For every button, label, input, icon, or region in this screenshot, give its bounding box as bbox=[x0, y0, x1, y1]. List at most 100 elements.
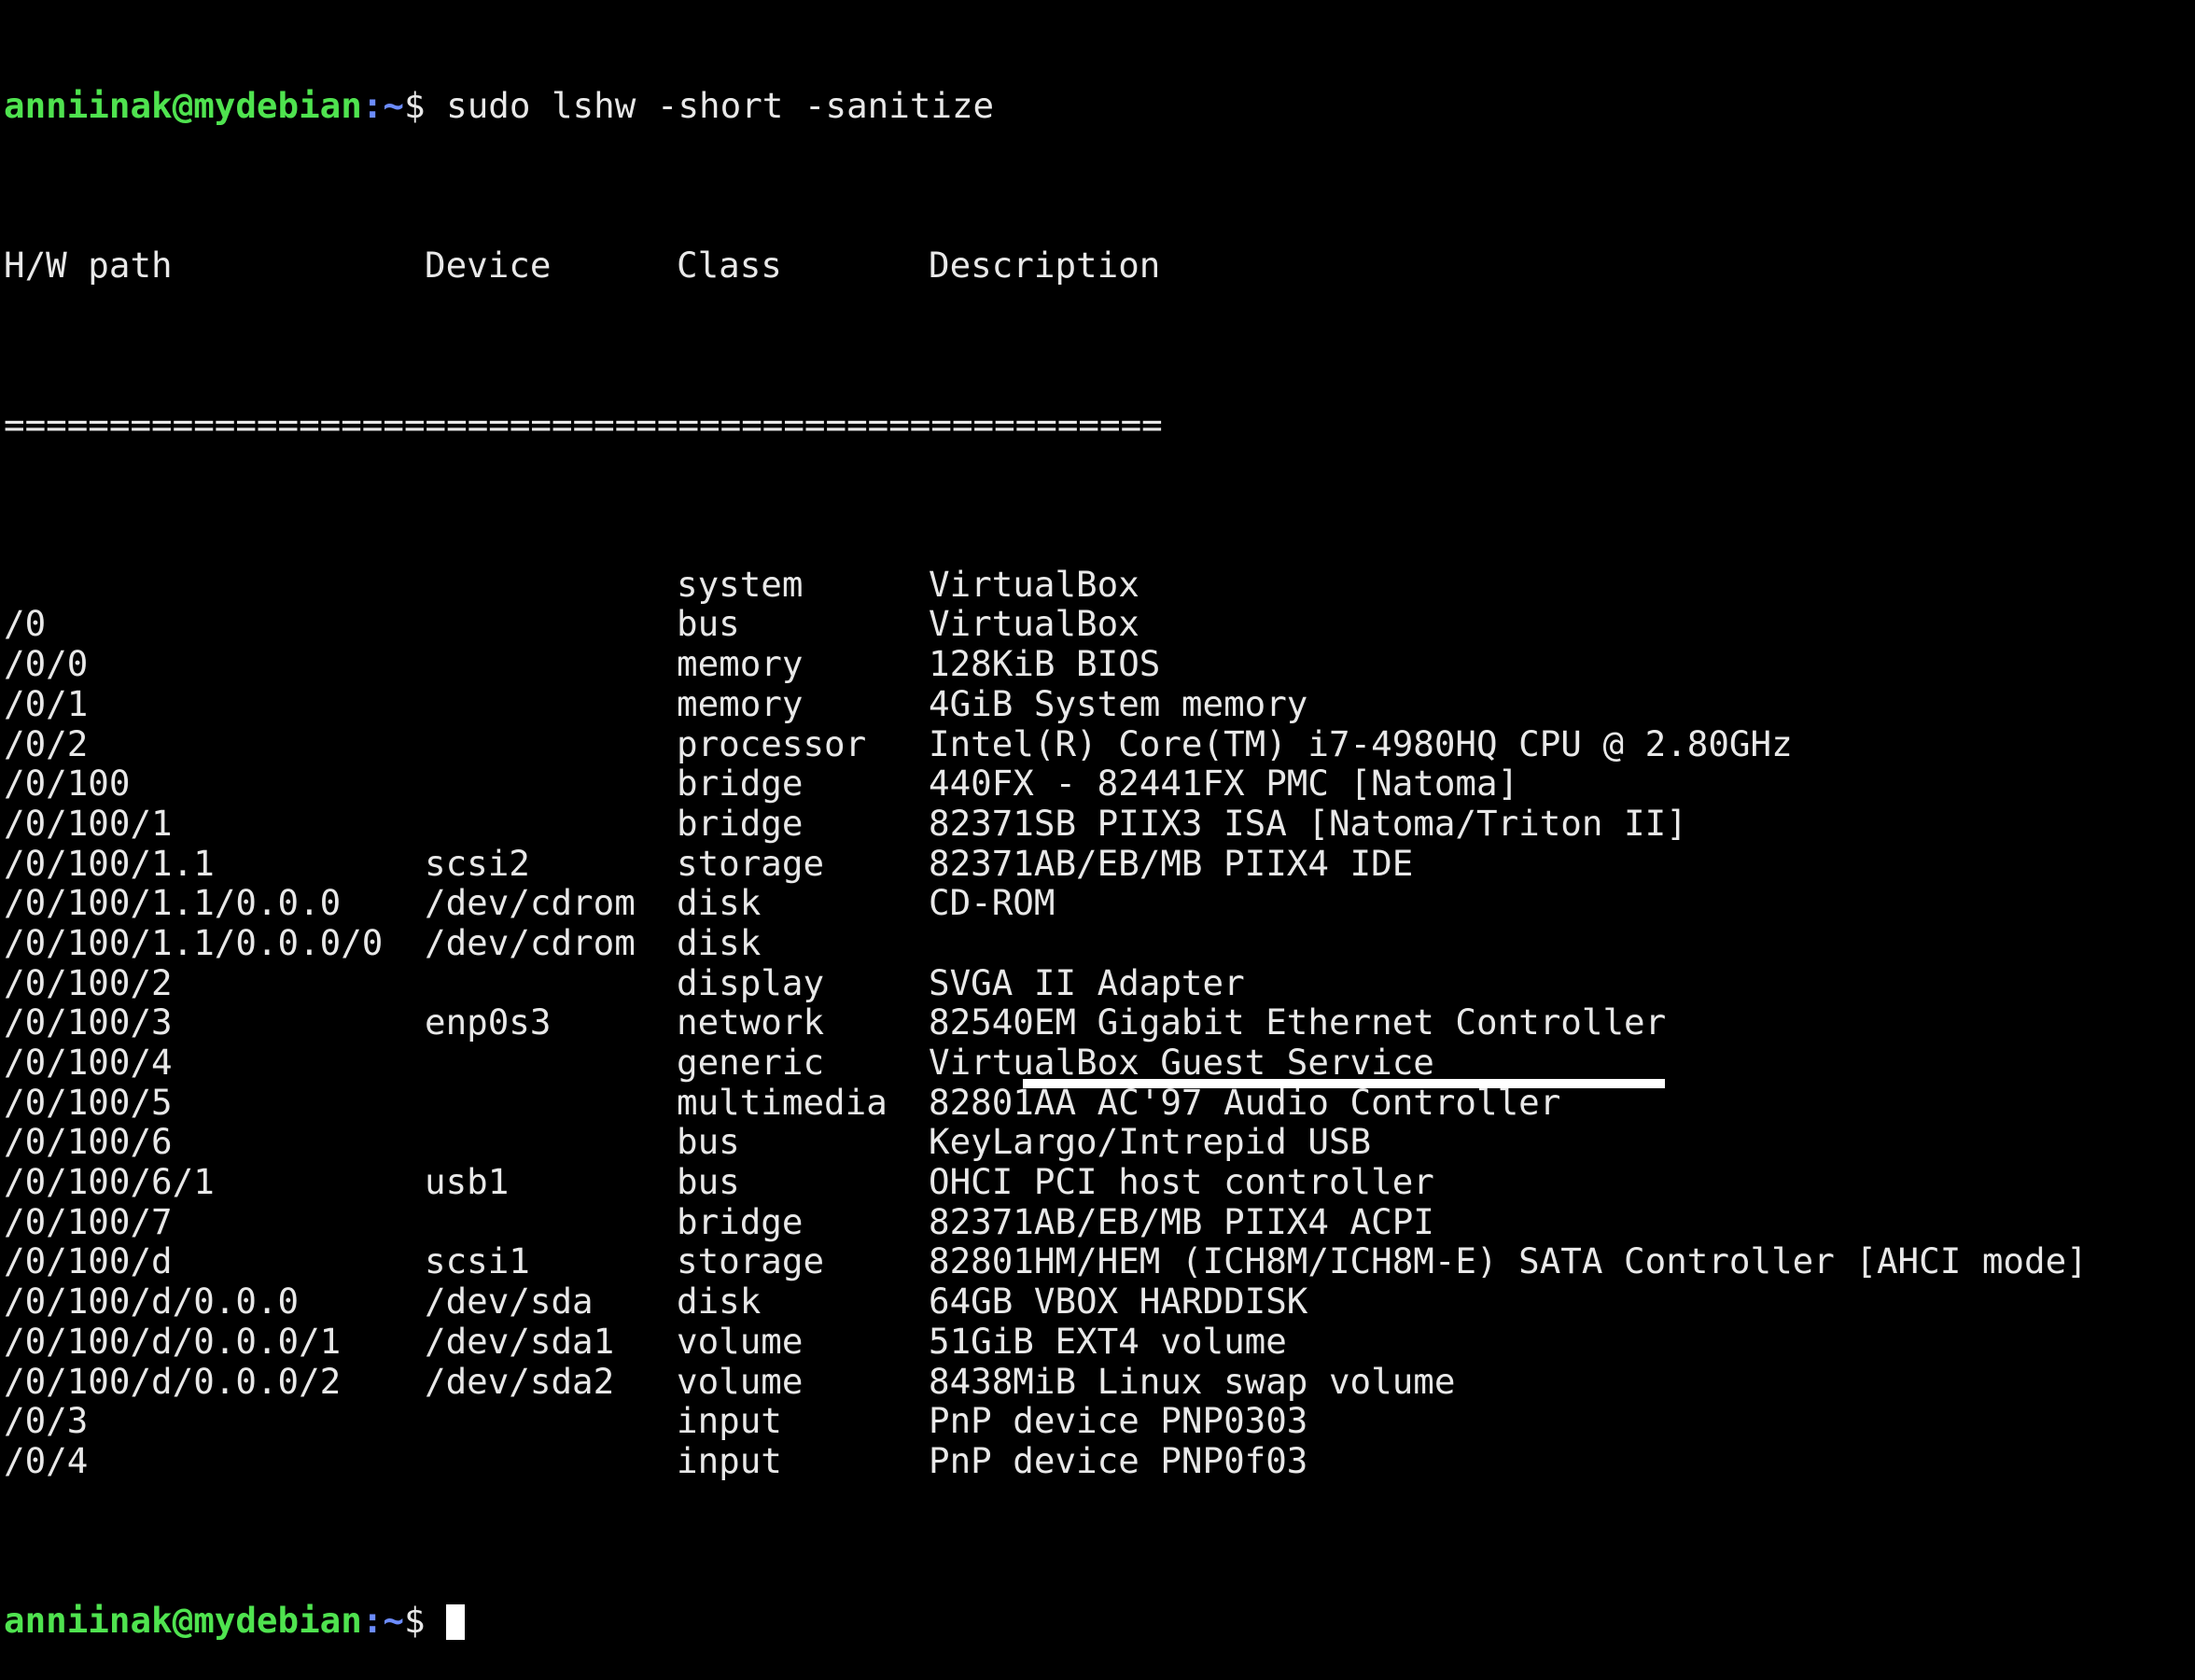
class-cell: storage bbox=[677, 842, 825, 884]
description-cell: 64GB VBOX HARDDISK bbox=[929, 1281, 1308, 1323]
table-row: /0/100/7 bridge 82371AB/EB/MB PIIX4 ACPI bbox=[4, 1202, 2195, 1242]
description-cell: 51GiB EXT4 volume bbox=[929, 1320, 1287, 1362]
class-cell: system bbox=[677, 563, 804, 605]
hw-path-cell: /0/100/6 bbox=[4, 1121, 173, 1163]
description-cell: PnP device PNP0303 bbox=[929, 1400, 1308, 1442]
class-cell: bus bbox=[677, 1161, 740, 1203]
description-cell: VirtualBox bbox=[929, 603, 1139, 645]
header-hw-path: H/W path bbox=[4, 245, 173, 287]
table-row: /0/100/d/0.0.0/2/dev/sda2 volume 8438MiB L… bbox=[4, 1360, 2195, 1402]
hw-path-cell: /0/100/4 bbox=[4, 1042, 173, 1084]
hw-path-cell: /0/100/1.1/0.0.0/0 bbox=[4, 921, 384, 963]
hw-path-cell: /0/3 bbox=[4, 1400, 89, 1442]
class-cell: network bbox=[677, 1001, 825, 1043]
header-description: Description bbox=[929, 245, 1161, 287]
table-row: /0/100/1.1/0.0.0/0/dev/cdrom disk bbox=[4, 923, 2195, 963]
prompt-symbol: $ bbox=[403, 1599, 447, 1641]
terminal-window[interactable]: anniinak@mydebian:~$ sudo lshw -short -s… bbox=[0, 0, 2195, 1640]
device-cell: /dev/cdrom bbox=[425, 882, 636, 924]
device-cell: scsi1 bbox=[425, 1240, 530, 1282]
header-device: Device bbox=[425, 245, 552, 287]
hw-path-cell: /0/100/d/0.0.0/1 bbox=[4, 1320, 342, 1362]
hw-path-cell: /0/100/1.1 bbox=[4, 842, 215, 884]
description-cell: 82371AB/EB/MB PIIX4 ACPI bbox=[929, 1200, 1434, 1242]
table-row: /0/100/d/0.0.0/dev/sda disk 64GB VBOX HARD… bbox=[4, 1281, 2195, 1322]
description-cell: 82801AA AC'97 Audio Controller bbox=[929, 1081, 1561, 1123]
description-cell: Intel(R) Core(TM) i7-4980HQ CPU @ 2.80GH… bbox=[929, 722, 1793, 764]
table-row: /0/100/d scsi1 storage 82801HM/HEM (ICH8M/I… bbox=[4, 1241, 2195, 1281]
prompt-path: :~ bbox=[361, 1599, 404, 1641]
description-cell: 8438MiB Linux swap volume bbox=[929, 1360, 1456, 1402]
device-cell: /dev/sda bbox=[425, 1281, 594, 1323]
active-prompt-line[interactable]: anniinak@mydebian:~$ bbox=[4, 1599, 2195, 1641]
description-cell: 82371AB/EB/MB PIIX4 IDE bbox=[929, 842, 1414, 884]
hw-path-cell: /0/100/1.1/0.0.0 bbox=[4, 882, 342, 924]
bottom-edge-bar bbox=[1023, 1079, 1665, 1088]
class-cell: bridge bbox=[677, 763, 804, 805]
description-cell: 82801HM/HEM (ICH8M/ICH8M-E) SATA Control… bbox=[929, 1240, 2088, 1282]
device-cell: /dev/cdrom bbox=[425, 921, 636, 963]
class-cell: memory bbox=[677, 643, 804, 685]
table-row: /0/1 memory 4GiB System memory bbox=[4, 684, 2195, 724]
table-row: /0/100/4 generic VirtualBox Guest Service bbox=[4, 1043, 2195, 1083]
table-row: /0/100/5 multimedia 82801AA AC'97 Audio Co… bbox=[4, 1083, 2195, 1123]
class-cell: disk bbox=[677, 1281, 762, 1323]
class-cell: disk bbox=[677, 882, 762, 924]
command-line: anniinak@mydebian:~$ sudo lshw -short -s… bbox=[4, 86, 2195, 126]
description-cell: 4GiB System memory bbox=[929, 682, 1308, 724]
device-cell: /dev/sda1 bbox=[425, 1320, 615, 1362]
hw-path-cell: /0/100/d/0.0.0/2 bbox=[4, 1360, 342, 1402]
header-separator: ========================================… bbox=[4, 404, 1163, 445]
table-row: /0/100/2 display SVGA II Adapter bbox=[4, 961, 2195, 1003]
hw-path-cell: /0/100 bbox=[4, 763, 131, 805]
description-cell: OHCI PCI host controller bbox=[929, 1161, 1434, 1203]
prompt-symbol: $ bbox=[403, 85, 447, 127]
hw-path-cell: /0/100/5 bbox=[4, 1081, 173, 1123]
hardware-list: system VirtualBox/0 bus VirtualBox/0/0 memor… bbox=[4, 565, 2195, 1481]
table-row: /0/4 input PnP device PNP0f03 bbox=[4, 1441, 2195, 1481]
table-row: system VirtualBox bbox=[4, 565, 2195, 605]
class-cell: volume bbox=[677, 1360, 804, 1402]
class-cell: bus bbox=[677, 603, 740, 645]
device-cell: /dev/sda2 bbox=[425, 1360, 615, 1402]
command-text: sudo lshw -short -sanitize bbox=[446, 85, 995, 127]
class-cell: bridge bbox=[677, 1200, 804, 1242]
table-row: /0/100/1.1 scsi2 storage 82371AB/EB/MB PIIX… bbox=[4, 842, 2195, 884]
hw-path-cell: /0/100/3 bbox=[4, 1001, 173, 1043]
description-cell: CD-ROM bbox=[929, 882, 1056, 924]
table-row: /0 bus VirtualBox bbox=[4, 604, 2195, 644]
class-cell: memory bbox=[677, 682, 804, 724]
description-cell: PnP device PNP0f03 bbox=[929, 1439, 1308, 1481]
hw-path-cell: /0/1 bbox=[4, 682, 89, 724]
description-cell: 82371SB PIIX3 ISA [Natoma/Triton II] bbox=[929, 802, 1687, 844]
description-cell: KeyLargo/Intrepid USB bbox=[929, 1121, 1372, 1163]
hw-path-cell: /0/4 bbox=[4, 1439, 89, 1481]
class-cell: volume bbox=[677, 1320, 804, 1362]
class-cell: bus bbox=[677, 1121, 740, 1163]
prompt-user-host: anniinak@mydebian bbox=[4, 1599, 362, 1641]
header-class: Class bbox=[677, 245, 782, 287]
text-cursor bbox=[446, 1603, 466, 1640]
device-cell: enp0s3 bbox=[425, 1001, 552, 1043]
table-header: H/W path Device Class Description bbox=[4, 245, 2195, 286]
hw-path-cell: /0/100/2 bbox=[4, 961, 173, 1003]
hw-path-cell: /0 bbox=[4, 603, 47, 645]
table-row: /0/100/1 bridge 82371SB PIIX3 ISA [Natoma/… bbox=[4, 804, 2195, 844]
class-cell: display bbox=[677, 961, 825, 1003]
table-row: /0/100/1.1/0.0.0/dev/cdrom disk CD-ROM bbox=[4, 883, 2195, 923]
hw-path-cell: /0/100/d bbox=[4, 1240, 173, 1282]
description-cell: SVGA II Adapter bbox=[929, 961, 1245, 1003]
description-cell: VirtualBox Guest Service bbox=[929, 1042, 1434, 1084]
description-cell: 128KiB BIOS bbox=[929, 643, 1161, 685]
hw-path-cell: /0/2 bbox=[4, 722, 89, 764]
description-cell: 440FX - 82441FX PMC [Natoma] bbox=[929, 763, 1519, 805]
table-row: /0/3 input PnP device PNP0303 bbox=[4, 1401, 2195, 1441]
table-row: /0/0 memory 128KiB BIOS bbox=[4, 644, 2195, 684]
hw-path-cell: /0/100/7 bbox=[4, 1200, 173, 1242]
hw-path-cell: /0/100/1 bbox=[4, 802, 173, 844]
class-cell: processor bbox=[677, 722, 867, 764]
class-cell: input bbox=[677, 1439, 782, 1481]
table-row: /0/100/3 enp0s3 network 82540EM Gigabit Eth… bbox=[4, 1002, 2195, 1043]
table-row: /0/100/6/1 usb1 bus OHCI PCI host controlle… bbox=[4, 1162, 2195, 1202]
device-cell: usb1 bbox=[425, 1161, 510, 1203]
